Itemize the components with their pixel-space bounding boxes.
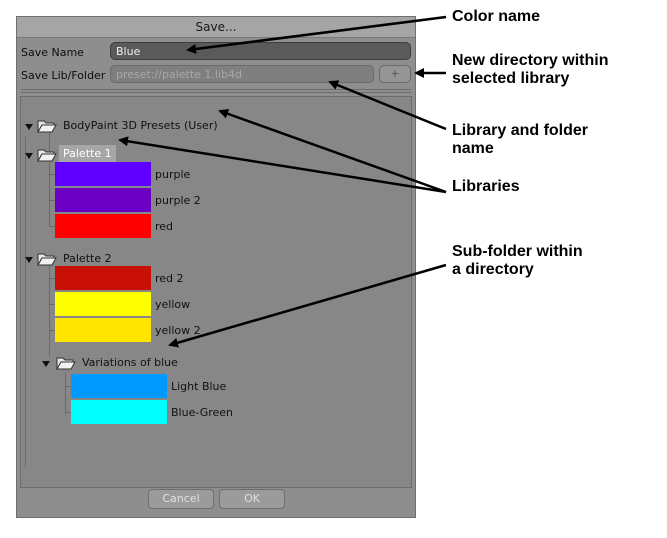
annotation-arrows bbox=[118, 15, 447, 348]
arrow-libraries-root bbox=[218, 108, 447, 194]
arrow-color-name bbox=[186, 15, 447, 54]
arrow-libraries-palette bbox=[118, 136, 447, 194]
arrow-subfolder bbox=[168, 263, 447, 348]
arrow-lib-folder bbox=[328, 80, 447, 131]
